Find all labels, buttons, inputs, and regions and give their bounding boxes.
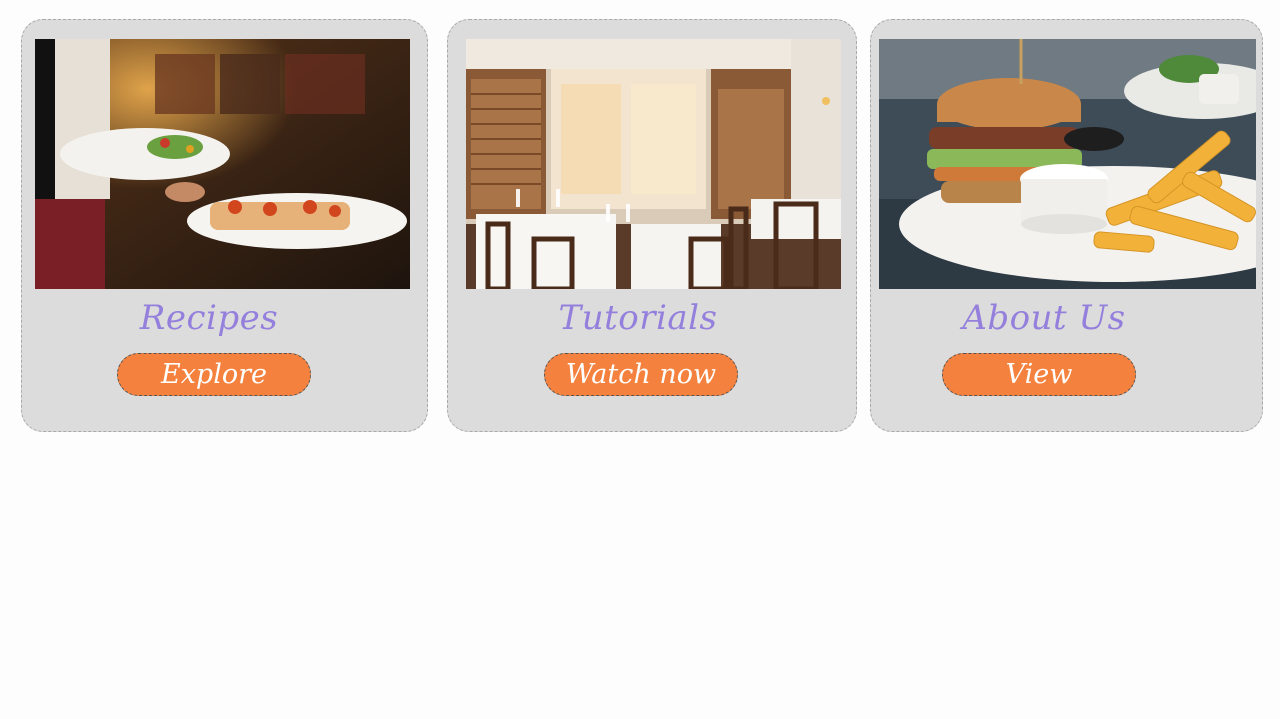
explore-button[interactable]: Explore (117, 353, 311, 396)
card-about-us: About Us View (870, 19, 1263, 432)
burger-and-fries-image (879, 39, 1256, 289)
card-title: About Us (962, 298, 1126, 338)
card-recipes: Recipes Explore (21, 19, 428, 432)
waiter-serving-plates-image (35, 39, 410, 289)
view-button[interactable]: View (942, 353, 1136, 396)
watch-now-button[interactable]: Watch now (544, 353, 738, 396)
card-title: Tutorials (558, 298, 718, 338)
restaurant-dining-room-image (466, 39, 841, 289)
card-title: Recipes (139, 298, 279, 338)
card-tutorials: Tutorials Watch now (447, 19, 857, 432)
